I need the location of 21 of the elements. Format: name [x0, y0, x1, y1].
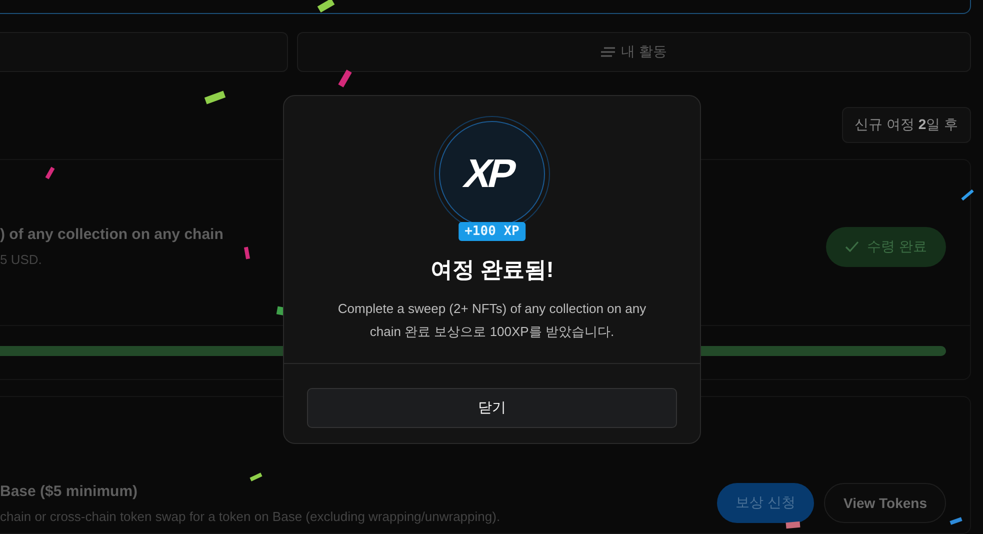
- claimed-button[interactable]: 수령 완료: [826, 226, 946, 267]
- confetti-piece: [950, 517, 962, 525]
- confetti-piece: [317, 0, 335, 13]
- close-button[interactable]: 닫기: [307, 388, 677, 428]
- confetti-piece: [45, 166, 55, 180]
- list-icon: [601, 47, 616, 58]
- claim-reward-button[interactable]: 보상 신청: [716, 483, 814, 524]
- dialog-message: Complete a sweep (2+ NFTs) of any collection on any chain 완료 보상으로 100XP를 받았습니다.: [336, 300, 648, 341]
- confetti-piece: [250, 472, 262, 482]
- xp-badge: +100 XP: [458, 222, 526, 241]
- journey-description: 5 USD.: [0, 252, 42, 268]
- journey-description: chain or cross-chain token swap for a token on Base (excluding wrapping/unwrapping).: [0, 508, 500, 524]
- tab[interactable]: 내 활동: [297, 32, 971, 72]
- dialog-title: 여정 완료됨!: [430, 256, 554, 284]
- tab-label: 내 활동: [621, 43, 667, 62]
- view-tokens-button[interactable]: View Tokens: [824, 483, 946, 524]
- confetti-piece: [244, 246, 250, 260]
- next-journey-chip: 신규 여정 2일 후: [842, 107, 971, 144]
- journey-title: ) of any collection on any chain: [0, 226, 224, 244]
- check-icon: [845, 240, 860, 253]
- journey-title: Base ($5 minimum): [0, 482, 138, 500]
